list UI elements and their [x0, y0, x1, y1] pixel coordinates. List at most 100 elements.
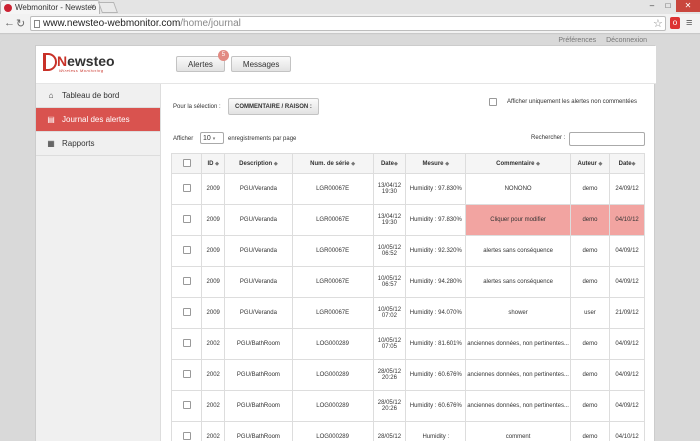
row-checkbox[interactable] — [182, 246, 191, 254]
cell-description: PGU/Veranda — [224, 297, 293, 329]
cell-id: 2002 — [201, 328, 226, 360]
cell-serial: LGR00067E — [291, 266, 374, 298]
cell-comment[interactable]: comment — [465, 421, 571, 441]
col-header-date[interactable]: Date◆ — [372, 153, 407, 174]
preferences-link[interactable]: Préférences — [558, 37, 596, 44]
newsteo-logo[interactable]: Newsteo Wireless Monitoring — [43, 53, 123, 75]
cell-serial: LGR00067E — [291, 297, 374, 329]
cell-date: 10/05/12 06:52 — [372, 235, 407, 267]
cell-author: demo — [569, 204, 611, 236]
search-input[interactable] — [569, 132, 645, 146]
sidebar: ⌂ Tableau de bord ▤ Journal des alertes … — [36, 84, 161, 441]
cell-comment-editable[interactable]: Cliquer pour modifier — [465, 204, 571, 236]
sidebar-item-dashboard[interactable]: ⌂ Tableau de bord — [36, 84, 160, 108]
page-length-select[interactable]: 10 ▾ — [200, 132, 224, 144]
cell-comment[interactable]: shower — [465, 297, 571, 329]
cell-comment[interactable]: alertes sans conséquence — [465, 266, 571, 298]
row-checkbox[interactable] — [182, 308, 191, 316]
row-checkbox[interactable] — [182, 370, 191, 378]
cell-comment[interactable]: anciennes données, non pertinentes... — [465, 390, 571, 422]
cell-id: 2009 — [201, 235, 226, 267]
only-uncommented-toggle[interactable]: Afficher uniquement les alertes non comm… — [489, 98, 637, 106]
cell-date2: 04/09/12 — [609, 390, 645, 422]
reload-icon[interactable]: ↻ — [16, 17, 25, 30]
cell-author: demo — [569, 173, 611, 205]
col-header-date2[interactable]: Date◆ — [609, 153, 645, 174]
cell-date: 10/05/12 07:02 — [372, 297, 407, 329]
sort-icon: ◆ — [393, 160, 398, 167]
cell-date2: 04/09/12 — [609, 328, 645, 360]
row-checkbox[interactable] — [182, 184, 191, 192]
cell-date: 28/05/12 20:26 — [372, 390, 407, 422]
alerts-table: ID ◆ Description ◆ Num. de série ◆ Date◆… — [170, 153, 645, 441]
extension-icon[interactable]: o — [670, 17, 680, 29]
row-checkbox[interactable] — [182, 277, 191, 285]
cell-author: demo — [569, 390, 611, 422]
logout-link[interactable]: Déconnexion — [606, 37, 647, 44]
chevron-down-icon: ▾ — [212, 136, 216, 142]
cell-id: 2009 — [201, 266, 226, 298]
main-content: Pour la sélection : COMMENTAIRE / RAISON… — [166, 86, 654, 441]
cell-comment[interactable]: alertes sans conséquence — [465, 235, 571, 267]
row-checkbox[interactable] — [182, 339, 191, 347]
maximize-icon[interactable]: □ — [660, 0, 676, 12]
back-icon[interactable]: ← — [4, 17, 15, 29]
cell-date2: 24/09/12 — [609, 173, 645, 205]
address-bar[interactable]: www.newsteo-webmonitor.com/home/journal — [30, 16, 666, 31]
close-tab-icon[interactable]: × — [90, 2, 95, 11]
sort-icon: ◆ — [536, 160, 541, 167]
cell-comment[interactable]: anciennes données, non pertinentes... — [465, 359, 571, 391]
page-length-value: 10 — [203, 135, 211, 142]
close-window-icon[interactable]: ✕ — [676, 0, 700, 12]
cell-comment[interactable]: anciennes données, non pertinentes... — [465, 328, 571, 360]
new-tab-button[interactable] — [97, 2, 119, 13]
url-path: /home/journal — [180, 18, 241, 29]
list-icon: ▤ — [47, 114, 55, 124]
col-header-comment[interactable]: Commentaire ◆ — [465, 153, 571, 174]
cell-serial: LOG000289 — [291, 359, 374, 391]
cell-author: user — [569, 297, 611, 329]
cell-author: demo — [569, 235, 611, 267]
only-uncommented-checkbox[interactable] — [489, 98, 497, 106]
sidebar-item-reports[interactable]: ▦ Rapports — [36, 132, 160, 156]
cell-date2: 04/09/12 — [609, 266, 645, 298]
col-header-id[interactable]: ID ◆ — [201, 153, 226, 174]
cell-measure: Humidity : 97.830% — [405, 173, 467, 205]
cell-comment[interactable]: NONONO — [465, 173, 571, 205]
select-all-cell — [170, 153, 203, 174]
comment-reason-button[interactable]: COMMENTAIRE / RAISON : — [228, 98, 319, 115]
cell-date: 13/04/12 19:30 — [372, 204, 407, 236]
sidebar-item-alert-log[interactable]: ▤ Journal des alertes — [36, 108, 160, 132]
cell-author: demo — [569, 421, 611, 441]
cell-serial: LGR00067E — [291, 235, 374, 267]
col-header-author[interactable]: Auteur ◆ — [569, 153, 611, 174]
tab-alerts[interactable]: Alertes 5 — [176, 50, 229, 72]
table-row: 2009 PGU/Veranda LGR00067E 10/05/12 07:0… — [170, 297, 645, 329]
table-row: 2002 PGU/BathRoom LOG000289 28/05/12 20:… — [170, 390, 645, 422]
sidebar-item-label: Rapports — [62, 138, 95, 148]
per-page-label: enregistrements par page — [228, 136, 297, 142]
bookmark-star-icon[interactable]: ☆ — [653, 17, 663, 30]
browser-tab[interactable]: Webmonitor - Newsteo × — [0, 0, 100, 14]
cell-date2: 21/09/12 — [609, 297, 645, 329]
cell-id: 2009 — [201, 204, 226, 236]
browser-menu-icon[interactable]: ≡ — [686, 17, 692, 29]
cell-measure: Humidity : 97.830% — [405, 204, 467, 236]
col-header-description[interactable]: Description ◆ — [224, 153, 293, 174]
cell-measure: Humidity : 92.320% — [405, 235, 467, 267]
minimize-icon[interactable]: – — [644, 0, 660, 12]
row-checkbox[interactable] — [182, 215, 191, 223]
cell-description: PGU/BathRoom — [224, 328, 293, 360]
row-checkbox[interactable] — [182, 401, 191, 409]
sidebar-item-label: Tableau de bord — [62, 90, 120, 100]
col-header-serial[interactable]: Num. de série ◆ — [291, 153, 374, 174]
col-header-measure[interactable]: Mesure ◆ — [405, 153, 467, 174]
row-checkbox[interactable] — [182, 432, 191, 440]
cell-serial: LOG000289 — [291, 421, 374, 441]
table-row: 2002 PGU/BathRoom LOG000289 28/05/12 Hum… — [170, 421, 645, 441]
search-label: Rechercher : — [531, 135, 566, 141]
cell-measure: Humidity : — [405, 421, 467, 441]
tab-messages[interactable]: Messages — [230, 56, 292, 72]
cell-description: PGU/Veranda — [224, 266, 293, 298]
select-all-checkbox[interactable] — [182, 158, 191, 167]
